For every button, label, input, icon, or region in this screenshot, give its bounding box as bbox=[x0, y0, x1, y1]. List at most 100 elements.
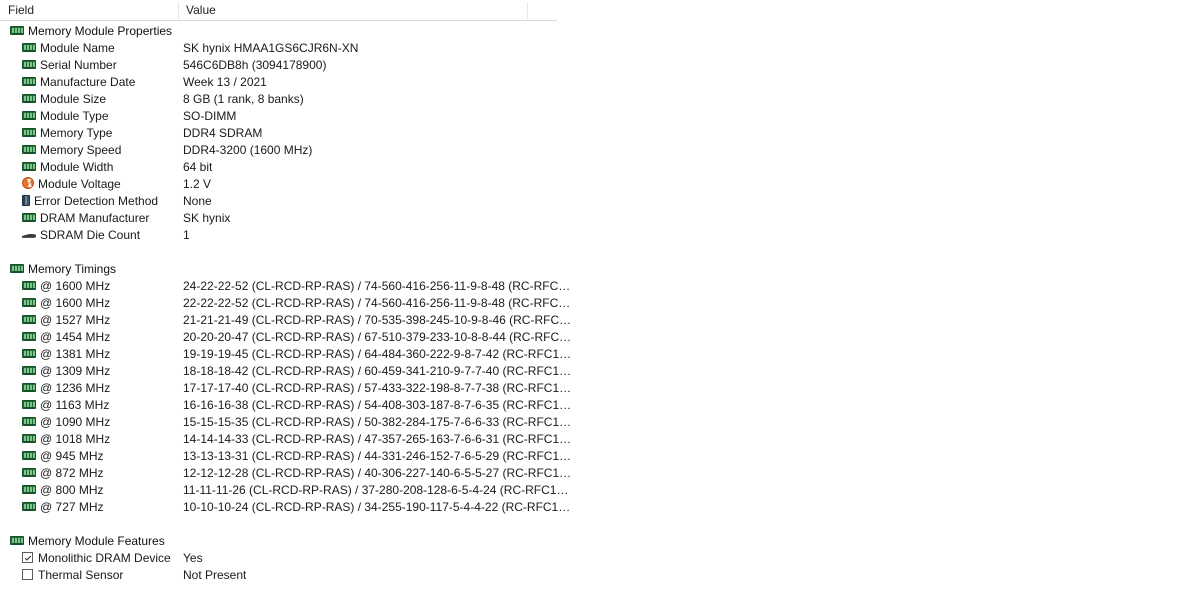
row-field-cell[interactable]: @ 800 MHz bbox=[0, 482, 178, 499]
row-field-cell[interactable]: @ 1309 MHz bbox=[0, 363, 178, 380]
row-field-cell[interactable]: @ 1600 MHz bbox=[0, 295, 178, 312]
field-label: Serial Number bbox=[40, 58, 117, 72]
row-field-cell[interactable]: Memory Type bbox=[0, 125, 178, 142]
row-field-cell[interactable]: SDRAM Die Count bbox=[0, 227, 178, 244]
row-field-cell[interactable]: DRAM Manufacturer bbox=[0, 210, 178, 227]
ram-icon bbox=[22, 332, 36, 342]
ram-icon bbox=[22, 162, 36, 172]
field-label: Module Voltage bbox=[38, 177, 121, 191]
die-icon bbox=[22, 232, 36, 239]
row-field-cell[interactable]: Thermal Sensor bbox=[0, 567, 178, 584]
table-row[interactable]: @ 727 MHz 10-10-10-24 (CL-RCD-RP-RAS) / 3… bbox=[0, 499, 1177, 516]
row-field-cell[interactable]: @ 1236 MHz bbox=[0, 380, 178, 397]
table-row[interactable]: @ 1163 MHz 16-16-16-38 (CL-RCD-RP-RAS) / … bbox=[0, 397, 1177, 414]
row-field-cell[interactable]: @ 1600 MHz bbox=[0, 278, 178, 295]
row-field-cell[interactable]: Module Type bbox=[0, 108, 178, 125]
table-row[interactable]: DRAM Manufacturer SK hynix bbox=[0, 210, 1177, 227]
section-title[interactable]: Memory Module Features bbox=[0, 533, 178, 550]
row-field-cell[interactable]: @ 945 MHz bbox=[0, 448, 178, 465]
row-value-cell: 11-11-11-26 (CL-RCD-RP-RAS) / 37-280-208… bbox=[183, 483, 569, 497]
row-field-cell[interactable]: Monolithic DRAM Device bbox=[0, 550, 178, 567]
row-field-cell[interactable]: Memory Speed bbox=[0, 142, 178, 159]
column-separator-1[interactable] bbox=[178, 2, 179, 19]
ram-icon bbox=[22, 485, 36, 495]
row-field-cell[interactable]: @ 1527 MHz bbox=[0, 312, 178, 329]
table-row[interactable]: Module Size 8 GB (1 rank, 8 banks) bbox=[0, 91, 1177, 108]
table-row[interactable]: Memory Speed DDR4-3200 (1600 MHz) bbox=[0, 142, 1177, 159]
table-row[interactable]: Monolithic DRAM Device Yes bbox=[0, 550, 1177, 567]
ram-icon bbox=[22, 128, 36, 138]
column-separator-2[interactable] bbox=[527, 2, 528, 19]
ram-icon bbox=[22, 349, 36, 359]
row-field-cell[interactable]: Module Voltage bbox=[0, 176, 178, 193]
table-row[interactable]: @ 1090 MHz 15-15-15-35 (CL-RCD-RP-RAS) / … bbox=[0, 414, 1177, 431]
field-label: Manufacture Date bbox=[40, 75, 136, 89]
ram-icon bbox=[22, 281, 36, 291]
table-row[interactable]: @ 872 MHz 12-12-12-28 (CL-RCD-RP-RAS) / 4… bbox=[0, 465, 1177, 482]
table-row[interactable]: @ 1309 MHz 18-18-18-42 (CL-RCD-RP-RAS) / … bbox=[0, 363, 1177, 380]
table-row[interactable]: Module Type SO-DIMM bbox=[0, 108, 1177, 125]
row-field-cell[interactable]: @ 727 MHz bbox=[0, 499, 178, 516]
ram-icon bbox=[22, 77, 36, 87]
row-field-cell[interactable]: @ 872 MHz bbox=[0, 465, 178, 482]
row-field-cell[interactable]: Serial Number bbox=[0, 57, 178, 74]
row-value-cell: 17-17-17-40 (CL-RCD-RP-RAS) / 57-433-322… bbox=[183, 381, 572, 395]
ram-icon bbox=[22, 315, 36, 325]
row-field-cell[interactable]: Module Size bbox=[0, 91, 178, 108]
table-row[interactable]: SDRAM Die Count 1 bbox=[0, 227, 1177, 244]
checkbox-unchecked-icon bbox=[22, 569, 33, 581]
row-field-cell[interactable]: Manufacture Date bbox=[0, 74, 178, 91]
column-header-value[interactable]: Value bbox=[186, 3, 216, 17]
ram-icon bbox=[22, 502, 36, 512]
section-header-row[interactable]: Memory Module Features bbox=[0, 533, 1177, 550]
table-row[interactable]: @ 1454 MHz 20-20-20-47 (CL-RCD-RP-RAS) / … bbox=[0, 329, 1177, 346]
section-title[interactable]: Memory Module Properties bbox=[0, 23, 178, 40]
table-row[interactable]: Module Voltage 1.2 V bbox=[0, 176, 1177, 193]
section-header-row[interactable]: Memory Module Properties bbox=[0, 23, 1177, 40]
field-label: @ 800 MHz bbox=[40, 483, 104, 497]
ram-icon bbox=[22, 111, 36, 121]
field-label: Error Detection Method bbox=[34, 194, 159, 208]
field-label: Memory Module Features bbox=[28, 534, 165, 548]
table-row[interactable]: @ 1381 MHz 19-19-19-45 (CL-RCD-RP-RAS) / … bbox=[0, 346, 1177, 363]
column-header-field[interactable]: Field bbox=[8, 3, 34, 17]
table-row[interactable]: @ 1236 MHz 17-17-17-40 (CL-RCD-RP-RAS) / … bbox=[0, 380, 1177, 397]
field-label: SDRAM Die Count bbox=[40, 228, 141, 242]
row-field-cell[interactable]: @ 1163 MHz bbox=[0, 397, 178, 414]
table-row[interactable]: Memory Type DDR4 SDRAM bbox=[0, 125, 1177, 142]
table-row[interactable]: Serial Number 546C6DB8h (3094178900) bbox=[0, 57, 1177, 74]
table-row[interactable]: @ 1600 MHz 24-22-22-52 (CL-RCD-RP-RAS) / … bbox=[0, 278, 1177, 295]
row-value-cell: SK hynix bbox=[183, 211, 231, 225]
section-header-row[interactable]: Memory Timings bbox=[0, 261, 1177, 278]
row-field-cell[interactable]: Error Detection Method bbox=[0, 193, 178, 210]
table-row[interactable]: Manufacture Date Week 13 / 2021 bbox=[0, 74, 1177, 91]
table-row[interactable]: Thermal Sensor Not Present bbox=[0, 567, 1177, 584]
field-label: Module Name bbox=[40, 41, 115, 55]
row-field-cell[interactable]: Module Width bbox=[0, 159, 178, 176]
row-field-cell[interactable]: Module Name bbox=[0, 40, 178, 57]
row-field-cell[interactable]: @ 1381 MHz bbox=[0, 346, 178, 363]
row-value-cell: None bbox=[183, 194, 212, 208]
table-row[interactable]: @ 945 MHz 13-13-13-31 (CL-RCD-RP-RAS) / 4… bbox=[0, 448, 1177, 465]
ram-icon bbox=[22, 145, 36, 155]
field-label: @ 1018 MHz bbox=[40, 432, 111, 446]
table-row[interactable]: @ 1527 MHz 21-21-21-49 (CL-RCD-RP-RAS) / … bbox=[0, 312, 1177, 329]
table-row[interactable]: Module Width 64 bit bbox=[0, 159, 1177, 176]
table-row[interactable]: @ 1018 MHz 14-14-14-33 (CL-RCD-RP-RAS) / … bbox=[0, 431, 1177, 448]
ram-icon bbox=[10, 26, 24, 36]
field-label: Module Size bbox=[40, 92, 107, 106]
row-value-cell: SO-DIMM bbox=[183, 109, 237, 123]
row-field-cell[interactable]: @ 1018 MHz bbox=[0, 431, 178, 448]
ram-icon bbox=[22, 417, 36, 427]
row-field-cell[interactable]: @ 1454 MHz bbox=[0, 329, 178, 346]
table-row[interactable]: @ 800 MHz 11-11-11-26 (CL-RCD-RP-RAS) / 3… bbox=[0, 482, 1177, 499]
row-field-cell[interactable]: @ 1090 MHz bbox=[0, 414, 178, 431]
ram-icon bbox=[22, 434, 36, 444]
table-row[interactable]: @ 1600 MHz 22-22-22-52 (CL-RCD-RP-RAS) / … bbox=[0, 295, 1177, 312]
table-row[interactable]: Module Name SK hynix HMAA1GS6CJR6N-XN bbox=[0, 40, 1177, 57]
field-label: @ 1090 MHz bbox=[40, 415, 111, 429]
table-row[interactable]: Error Detection Method None bbox=[0, 193, 1177, 210]
section-title[interactable]: Memory Timings bbox=[0, 261, 178, 278]
ram-icon bbox=[22, 468, 36, 478]
